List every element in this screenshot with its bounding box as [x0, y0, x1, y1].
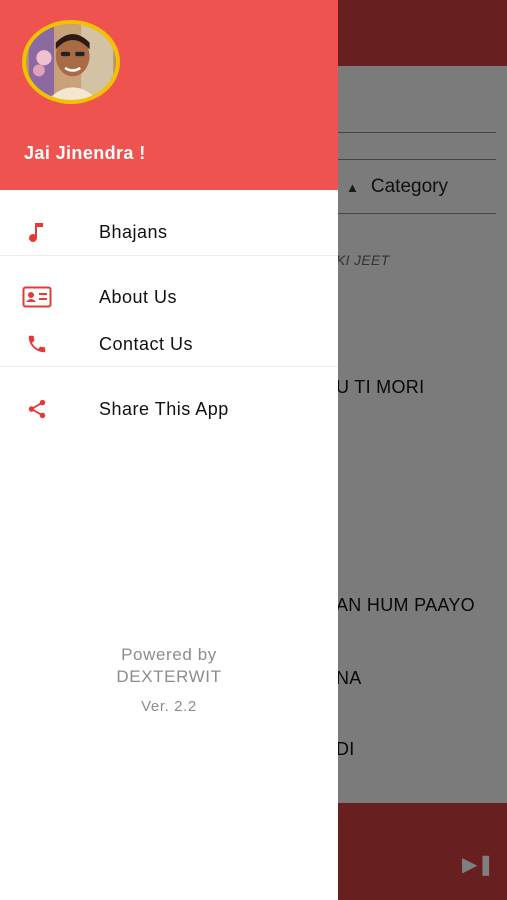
menu-item-label: Bhajans — [99, 221, 168, 242]
menu-item-label: Share This App — [99, 398, 229, 419]
menu-item-label: Contact Us — [99, 333, 194, 354]
menu-item-about-us[interactable]: About Us — [0, 274, 338, 320]
music-note-icon — [22, 217, 52, 247]
menu-item-bhajans[interactable]: Bhajans — [0, 209, 338, 255]
divider — [0, 255, 338, 256]
company-name: DEXTERWIT — [116, 667, 222, 686]
navigation-drawer: Jai Jinendra ! Bhajans About Us Contact … — [0, 0, 338, 900]
divider — [0, 366, 338, 367]
menu-item-share-app[interactable]: Share This App — [0, 386, 338, 432]
avatar — [22, 20, 120, 104]
share-icon — [22, 394, 52, 424]
phone-icon — [22, 329, 52, 359]
menu-item-label: About Us — [99, 286, 178, 307]
greeting-text: Jai Jinendra ! — [24, 143, 146, 163]
id-card-icon — [22, 282, 52, 312]
drawer-header: Jai Jinendra ! — [0, 0, 338, 190]
powered-by-text: Powered by — [121, 645, 217, 664]
menu-item-contact-us[interactable]: Contact Us — [0, 321, 338, 367]
version-label: Ver. 2.2 — [141, 698, 197, 715]
